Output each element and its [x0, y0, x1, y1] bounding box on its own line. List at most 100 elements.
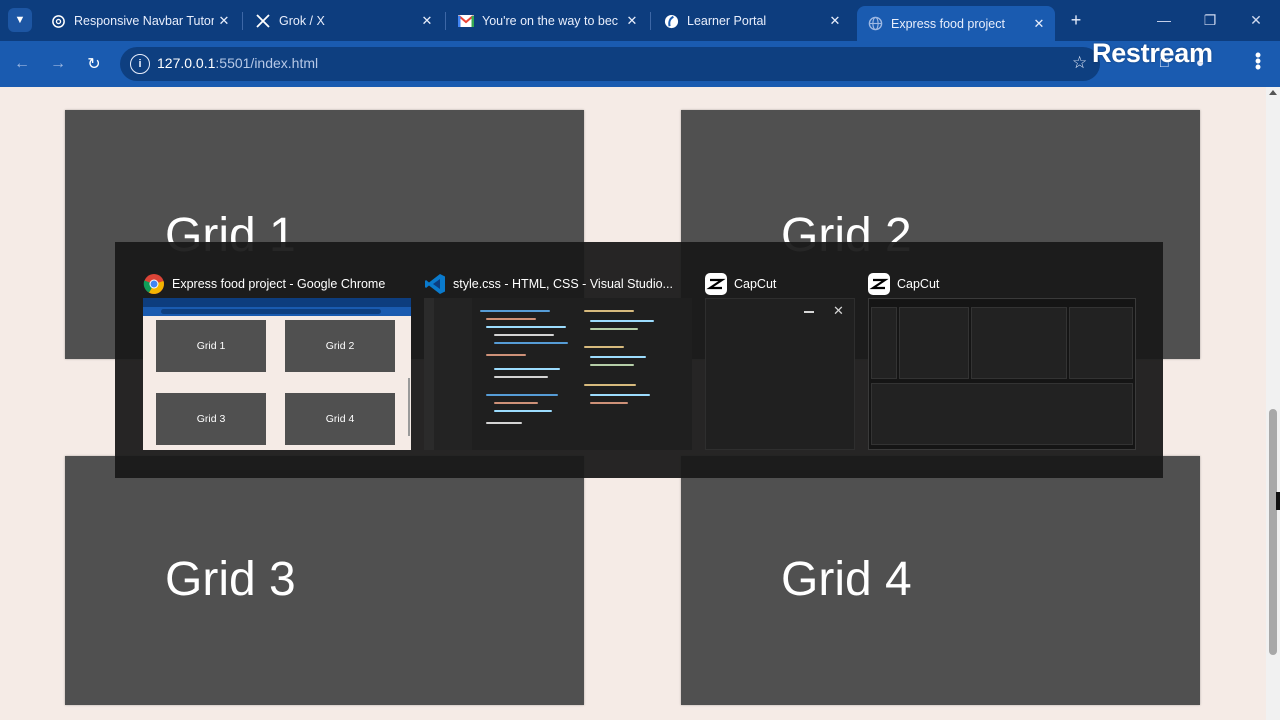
switcher-item-chrome[interactable]: Express food project - Google Chrome Gri…	[115, 242, 415, 478]
restore-button[interactable]: ❐	[1198, 8, 1222, 32]
x-logo-icon	[255, 13, 271, 29]
close-window-button[interactable]: ✕	[1244, 8, 1268, 32]
code-line	[584, 310, 634, 312]
new-tab-button[interactable]: +	[1066, 10, 1086, 30]
tab-label: Responsive Navbar Tutor	[74, 14, 214, 28]
vscode-icon	[424, 273, 446, 295]
preview-grid-1: Grid 1	[156, 320, 266, 372]
switcher-item-title: CapCut	[897, 277, 940, 291]
url-host: 127.0.0.1	[157, 55, 216, 71]
switcher-item-capcut-1[interactable]: CapCut ✕	[677, 242, 857, 478]
browser-toolbar: ← → ↻ i 127.0.0.1:5501/index.html ☆	[0, 41, 1280, 87]
tab-divider	[445, 12, 446, 30]
preview-timeline-panel	[871, 383, 1133, 445]
code-line	[486, 318, 536, 320]
switcher-item-title: Express food project - Google Chrome	[172, 277, 386, 291]
code-line	[590, 364, 634, 366]
code-line	[480, 310, 550, 312]
chrome-window-preview: Grid 1 Grid 2 Grid 3 Grid 4	[143, 298, 411, 450]
grid-item-4: Grid 4	[681, 456, 1200, 705]
code-line	[494, 376, 548, 378]
info-icon[interactable]: i	[130, 54, 150, 74]
url-path: :5501/index.html	[215, 55, 319, 71]
code-line	[486, 422, 522, 424]
close-icon[interactable]: ✕	[825, 11, 845, 31]
capcut-icon	[705, 273, 727, 295]
switcher-item-title: CapCut	[734, 277, 777, 291]
tab-learner-portal[interactable]: Learner Portal ✕	[653, 6, 851, 36]
mouse-cursor	[1276, 492, 1280, 510]
capcut-window-preview: ✕	[705, 298, 855, 450]
code-line	[494, 334, 554, 336]
preview-details-panel	[1069, 307, 1133, 379]
preview-explorer	[434, 298, 472, 450]
close-icon[interactable]: ✕	[214, 11, 234, 31]
back-button[interactable]: ←	[10, 52, 34, 76]
address-bar[interactable]: i 127.0.0.1:5501/index.html ☆	[120, 47, 1100, 81]
code-line	[486, 354, 526, 356]
reload-icon: ↻	[87, 56, 101, 73]
close-icon[interactable]: ✕	[1029, 14, 1049, 34]
grid-item-3: Grid 3	[65, 456, 584, 705]
url-text[interactable]: 127.0.0.1:5501/index.html	[157, 55, 318, 71]
preview-player-panel	[971, 307, 1067, 379]
switcher-item-capcut-2[interactable]: CapCut	[840, 242, 1160, 478]
scrollbar-thumb[interactable]	[1269, 409, 1277, 655]
code-line	[486, 326, 566, 328]
tab-gmail[interactable]: You're on the way to bec ✕	[448, 6, 648, 36]
tab-strip: ▼ Responsive Navbar Tutor ✕ Grok / X ✕ Y…	[0, 0, 1280, 41]
tab-divider	[242, 12, 243, 30]
tab-responsive-navbar[interactable]: Responsive Navbar Tutor ✕	[40, 6, 240, 36]
bookmark-star-icon[interactable]: ☆	[1072, 53, 1087, 73]
capcut-editor-preview	[868, 298, 1136, 450]
arrow-right-icon: →	[50, 55, 66, 72]
switcher-item-vscode[interactable]: style.css - HTML, CSS - Visual Studio...	[396, 242, 696, 478]
code-line	[494, 342, 568, 344]
grid-label: Grid 4	[781, 553, 912, 606]
forward-button[interactable]: →	[46, 52, 70, 76]
more-menu-icon[interactable]: • • •	[1250, 46, 1266, 76]
preview-media-panel	[899, 307, 969, 379]
code-line	[590, 320, 654, 322]
preview-grid-3: Grid 3	[156, 393, 266, 445]
switcher-item-header: style.css - HTML, CSS - Visual Studio...	[424, 272, 673, 296]
reload-button[interactable]: ↻	[82, 52, 106, 76]
preview-address-bar	[161, 309, 381, 314]
preview-activity-bar	[424, 298, 434, 450]
minimize-icon	[804, 311, 814, 313]
code-line	[486, 394, 558, 396]
switcher-item-header: Express food project - Google Chrome	[143, 272, 385, 296]
scroll-up-arrow-icon[interactable]	[1269, 90, 1277, 95]
learner-portal-icon	[663, 13, 679, 29]
preview-tabstrip	[143, 298, 411, 307]
task-switcher: Express food project - Google Chrome Gri…	[115, 242, 1163, 478]
preview-toolbar	[143, 307, 411, 316]
switcher-item-title: style.css - HTML, CSS - Visual Studio...	[453, 277, 673, 291]
preview-page: Grid 1 Grid 2 Grid 3 Grid 4	[143, 316, 411, 450]
restore-icon: ❐	[1203, 11, 1217, 28]
arrow-left-icon: ←	[14, 55, 30, 72]
switcher-item-header: CapCut	[705, 272, 776, 296]
close-icon[interactable]: ✕	[417, 11, 437, 31]
capcut-icon	[868, 273, 890, 295]
switcher-item-header: CapCut	[868, 272, 939, 296]
vscode-window-preview	[424, 298, 692, 450]
chevron-down-icon: ▼	[14, 14, 26, 26]
preview-tools-panel	[871, 307, 897, 379]
gmail-icon	[458, 13, 474, 29]
code-line	[584, 384, 636, 386]
tab-grok[interactable]: Grok / X ✕	[245, 6, 443, 36]
tab-search-button[interactable]: ▼	[8, 8, 32, 32]
tab-label: You're on the way to bec	[482, 14, 619, 28]
plus-icon: +	[1070, 9, 1082, 30]
minimize-icon: —	[1157, 12, 1171, 28]
minimize-button[interactable]: —	[1152, 8, 1176, 32]
code-line	[494, 402, 538, 404]
tab-express-food-project[interactable]: Express food project ✕	[857, 6, 1055, 41]
grid-label: Grid 3	[165, 553, 296, 606]
close-icon[interactable]: ✕	[622, 11, 642, 31]
preview-grid-2: Grid 2	[285, 320, 395, 372]
page-scrollbar[interactable]	[1266, 87, 1280, 720]
chrome-icon	[143, 273, 165, 295]
preview-grid-4: Grid 4	[285, 393, 395, 445]
